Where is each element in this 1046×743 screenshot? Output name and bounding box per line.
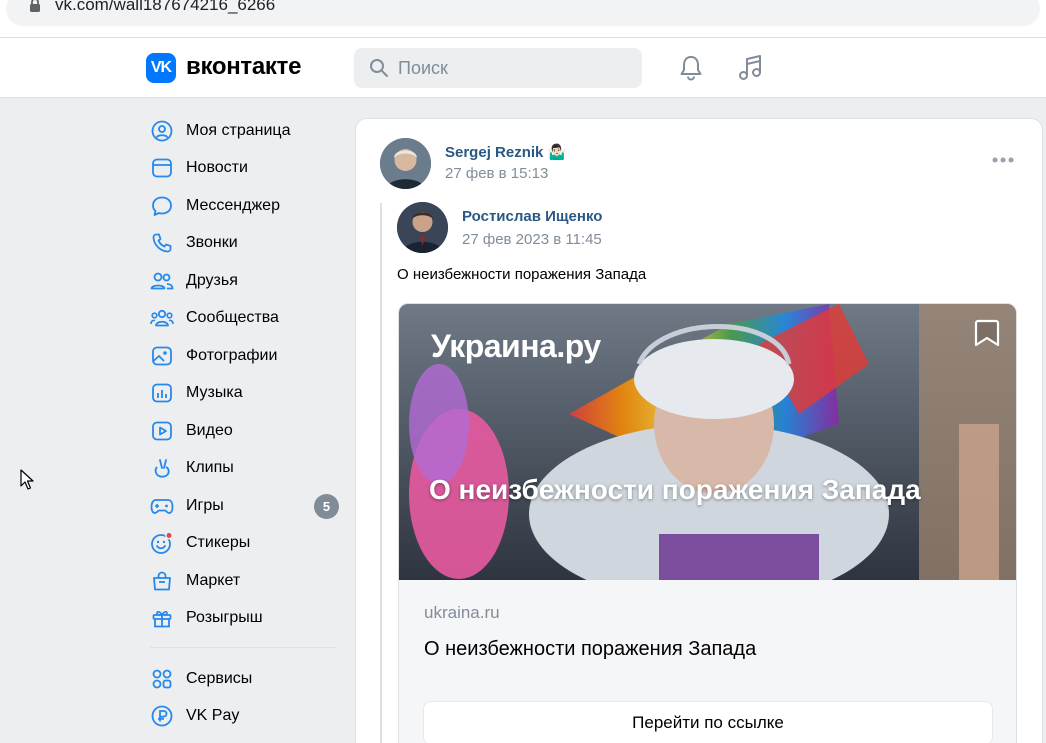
stickers-icon (150, 531, 174, 555)
post-date[interactable]: 27 фев в 15:13 (445, 165, 548, 182)
sidebar-item-label: Розыгрыш (186, 609, 263, 627)
sidebar-item-video[interactable]: Видео (146, 412, 346, 450)
mouse-cursor-icon (20, 469, 34, 490)
message-icon (150, 194, 174, 218)
sidebar-item-label: Сообщества (186, 309, 279, 327)
clips-icon (150, 456, 174, 480)
link-preview-image[interactable]: Украина.ру О неизбежности поражения Запа… (399, 304, 1016, 580)
sidebar-item-label: Моя страница (186, 121, 291, 139)
sidebar-item-label: Мессенджер (186, 196, 280, 214)
sidebar-item-games[interactable]: Игры 5 (146, 487, 346, 525)
author-status-emoji: 🤷🏻‍♂️ (547, 144, 567, 161)
friends-icon (150, 269, 174, 293)
gift-icon (150, 606, 174, 630)
sidebar-item-label: Стикеры (186, 534, 251, 552)
more-options-icon[interactable] (992, 157, 1014, 163)
repost-avatar[interactable] (397, 202, 448, 253)
sidebar-item-label: Звонки (186, 234, 238, 252)
sidebar-item-label: VK Pay (186, 707, 240, 725)
repost-date[interactable]: 27 фев 2023 в 11:45 (462, 231, 602, 248)
news-icon (150, 156, 174, 180)
sidebar-item-label: Музыка (186, 384, 243, 402)
phone-icon (150, 231, 174, 255)
sidebar-item-messenger[interactable]: Мессенджер (146, 187, 346, 225)
video-icon (150, 419, 174, 443)
link-domain: ukraina.ru (424, 603, 500, 622)
games-count-badge: 5 (314, 494, 339, 519)
sidebar-item-market[interactable]: Маркет (146, 562, 346, 600)
sidebar-item-vk-pay[interactable]: VK Pay (146, 698, 346, 736)
link-title[interactable]: О неизбежности поражения Запада (424, 638, 756, 661)
open-link-button[interactable]: Перейти по ссылке (423, 701, 993, 743)
preview-title: О неизбежности поражения Запада (429, 474, 921, 505)
browser-address-bar: vk.com/wall187674216_6266 (0, 0, 1046, 38)
lock-icon (30, 0, 40, 12)
sidebar-item-communities[interactable]: Сообщества (146, 300, 346, 338)
sidebar-item-calls[interactable]: Звонки (146, 225, 346, 263)
sidebar-item-label: Новости (186, 159, 248, 177)
top-header: VK вконтакте (0, 38, 1046, 98)
sidebar-item-label: Маркет (186, 571, 241, 589)
post-text: О неизбежности поражения Запада (397, 266, 647, 283)
sidebar-item-label: Сервисы (186, 669, 253, 687)
sidebar-divider (150, 647, 336, 648)
vk-logo-icon[interactable]: VK (146, 53, 176, 83)
sidebar-item-friends[interactable]: Друзья (146, 262, 346, 300)
sidebar-item-label: Игры (186, 496, 224, 514)
search-input[interactable] (398, 48, 628, 88)
link-snippet[interactable]: Украина.ру О неизбежности поражения Запа… (398, 303, 1017, 743)
post-author[interactable]: Sergej Reznik 🤷🏻‍♂️ (445, 143, 566, 161)
sidebar-item-photos[interactable]: Фотографии (146, 337, 346, 375)
url-text: vk.com/wall187674216_6266 (55, 0, 276, 14)
avatar[interactable] (380, 138, 431, 189)
vkpay-icon (150, 704, 174, 728)
sidebar-item-label: Фотографии (186, 346, 278, 364)
market-icon (150, 569, 174, 593)
left-sidebar: Моя страница Новости Мессенджер Звонки Д… (146, 112, 346, 735)
sidebar-item-news[interactable]: Новости (146, 150, 346, 188)
preview-brand: Украина.ру (431, 328, 601, 364)
sidebar-item-giveaway[interactable]: Розыгрыш (146, 600, 346, 638)
search-box[interactable] (354, 48, 642, 88)
sidebar-item-music[interactable]: Музыка (146, 375, 346, 413)
user-circle-icon (150, 119, 174, 143)
repost-divider (380, 203, 382, 743)
sidebar-item-label: Видео (186, 421, 233, 439)
sidebar-item-label: Друзья (186, 271, 238, 289)
sidebar-item-services[interactable]: Сервисы (146, 660, 346, 698)
music-icon[interactable] (737, 54, 765, 82)
bookmark-icon[interactable] (973, 318, 1001, 348)
services-icon (150, 667, 174, 691)
sidebar-item-my-page[interactable]: Моя страница (146, 112, 346, 150)
logo-text[interactable]: вконтакте (186, 53, 301, 81)
sidebar-item-stickers[interactable]: Стикеры (146, 525, 346, 563)
repost-author[interactable]: Ростислав Ищенко (462, 208, 602, 225)
sidebar-item-label: Клипы (186, 459, 234, 477)
bell-icon[interactable] (678, 54, 704, 82)
photo-icon (150, 344, 174, 368)
address-field[interactable]: vk.com/wall187674216_6266 (6, 0, 1040, 26)
sidebar-item-clips[interactable]: Клипы (146, 450, 346, 488)
wall-post: Sergej Reznik 🤷🏻‍♂️ 27 фев в 15:13 Рости… (355, 118, 1043, 743)
music-icon (150, 381, 174, 405)
communities-icon (150, 306, 174, 330)
games-icon (150, 494, 174, 518)
search-icon (370, 59, 388, 77)
